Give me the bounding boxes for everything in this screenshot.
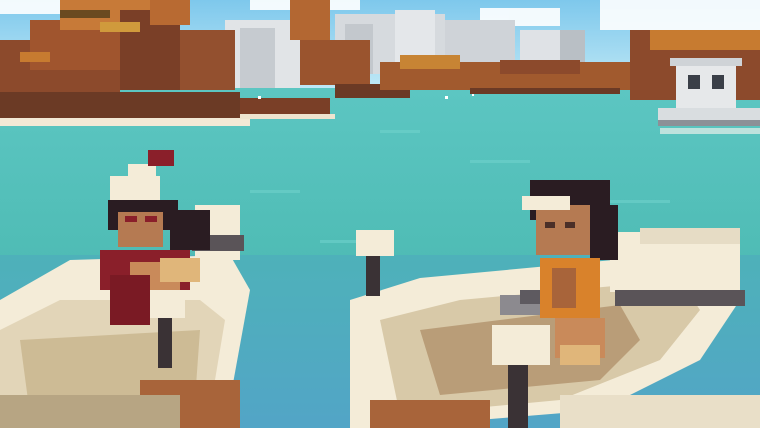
game-scene <box>0 0 760 428</box>
game-viewport[interactable] <box>0 0 760 428</box>
